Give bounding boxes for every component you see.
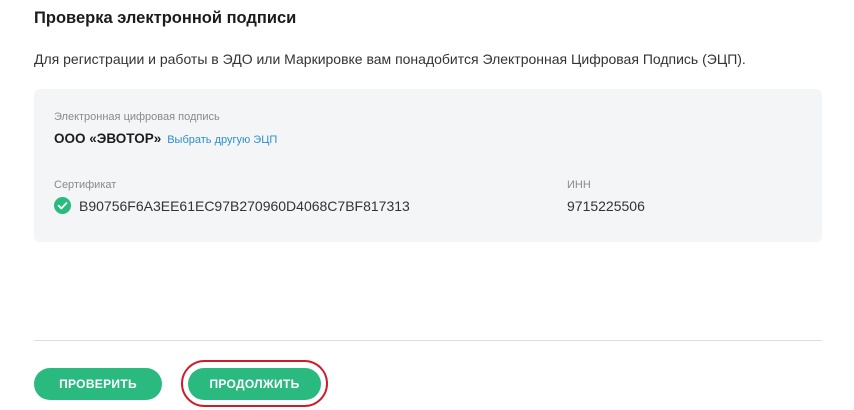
divider <box>34 340 822 341</box>
change-signature-link[interactable]: Выбрать другую ЭЦП <box>167 134 277 146</box>
organization-row: ООО «ЭВОТОР» Выбрать другую ЭЦП <box>54 131 277 146</box>
page-title: Проверка электронной подписи <box>34 9 297 27</box>
certificate-row: B90756F6A3EE61EC97B270960D4068C7BF817313 <box>54 197 410 214</box>
certificate-label: Сертификат <box>54 179 117 191</box>
inn-label: ИНН <box>567 179 591 191</box>
continue-button[interactable]: ПРОДОЛЖИТЬ <box>188 368 321 400</box>
inn-value: 9715225506 <box>567 198 645 214</box>
certificate-value: B90756F6A3EE61EC97B270960D4068C7BF817313 <box>79 197 410 214</box>
signature-check-page: Проверка электронной подписи Для регистр… <box>0 0 854 410</box>
check-circle-icon <box>54 197 71 214</box>
signature-label: Электронная цифровая подпись <box>54 111 220 123</box>
intro-text: Для регистрации и работы в ЭДО или Марки… <box>34 51 746 67</box>
check-button[interactable]: ПРОВЕРИТЬ <box>34 368 162 400</box>
signature-card: Электронная цифровая подпись ООО «ЭВОТОР… <box>34 89 822 242</box>
organization-name: ООО «ЭВОТОР» <box>54 131 162 146</box>
